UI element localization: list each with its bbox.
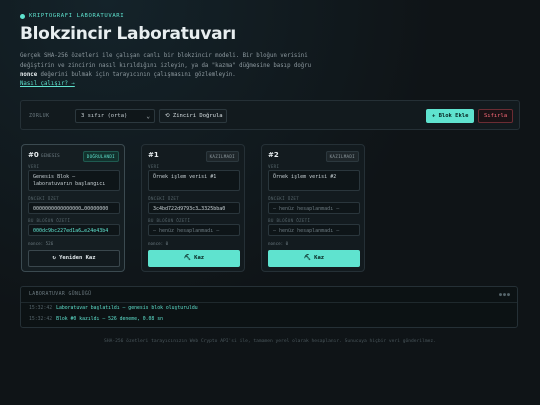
block-data-input[interactable]: Örnek işlem verisi #2	[268, 170, 360, 191]
nonce-value: nonce: 0	[148, 241, 169, 246]
log-entry: 15:32:42 Laboratuvar başlatıldı — genesis…	[29, 306, 198, 311]
hash-label: BU BLOĞUN ÖZETİ	[28, 218, 71, 223]
eyebrow-label: KRIPTOGRAFI LABORATUVARI	[29, 13, 125, 19]
status-badge: KAZILMADI	[205, 151, 239, 162]
hash-label: BU BLOĞUN ÖZETİ	[148, 218, 191, 223]
block-card-0: #0 GENESIS DOĞRULANDI VERI Genesis Blok —…	[21, 144, 125, 272]
hash-label: BU BLOĞUN ÖZETİ	[268, 218, 311, 223]
log-text: Laboratuvar başlatıldı — genesis blok ol…	[56, 306, 198, 311]
log-entry: 15:32:42 Blok #0 kazıldı — 526 deneme, 0.…	[29, 317, 163, 322]
divider	[21, 302, 517, 303]
data-label: VERI	[268, 164, 280, 169]
log-time: 15:32:42	[29, 306, 53, 311]
hash-value: — henüz hesaplanmadı —	[268, 224, 360, 236]
data-label: VERI	[28, 164, 40, 169]
intro-part-2: değerini bulmak için tarayıcının çalışma…	[37, 72, 236, 78]
block-card-2: #2 KAZILMADI VERI Örnek işlem verisi #2 …	[261, 144, 365, 272]
nonce-value: nonce: 526	[28, 241, 54, 246]
lab-log-panel: LABORATUVAR GÜNLÜĞÜ ●●● 15:32:42 Laboratu…	[20, 286, 518, 328]
remine-button[interactable]: ↻ Yeniden Kaz	[28, 250, 120, 267]
status-badge: DOĞRULANDI	[82, 151, 119, 162]
control-bar: ZORLUK 3 sıfır (orta) ⌄ ⟲ Zinciri Doğrul…	[20, 100, 520, 130]
eyebrow: KRIPTOGRAFI LABORATUVARI	[20, 13, 124, 19]
prev-hash-label: ÖNCEKİ ÖZET	[268, 196, 300, 201]
difficulty-value: 3 sıfır (orta)	[81, 113, 128, 119]
mine-button[interactable]: ⛏ Kaz	[148, 250, 240, 267]
intro-part-1: Gerçek SHA-256 özetleri ile çalışan canl…	[20, 53, 312, 69]
data-label: VERI	[148, 164, 160, 169]
intro-text: Gerçek SHA-256 özetleri ile çalışan canl…	[20, 52, 320, 81]
block-title: #2	[268, 151, 279, 159]
window-dots-icon: ●●●	[498, 292, 511, 298]
log-title: LABORATUVAR GÜNLÜĞÜ	[29, 292, 92, 297]
block-number: #1	[148, 151, 159, 159]
block-title: #1	[148, 151, 159, 159]
difficulty-select[interactable]: 3 sıfır (orta) ⌄	[75, 109, 155, 123]
status-badge: KAZILMADI	[325, 151, 359, 162]
block-number: #0	[28, 151, 39, 159]
block-subtitle: GENESIS	[40, 154, 60, 159]
block-number: #2	[268, 151, 279, 159]
reset-button[interactable]: Sıfırla	[478, 109, 513, 123]
prev-hash-value: 0000000000000000…00000000	[28, 202, 120, 214]
how-it-works-link[interactable]: Nasıl çalışır? →	[20, 81, 75, 87]
nonce-value: nonce: 0	[268, 241, 289, 246]
add-block-button[interactable]: + Blok Ekle	[426, 109, 474, 123]
log-time: 15:32:42	[29, 317, 53, 322]
page-title: Blokzincir Laboratuvarı	[20, 24, 236, 44]
block-card-1: #1 KAZILMADI VERI Örnek işlem verisi #1 …	[141, 144, 245, 272]
intro-nonce: nonce	[20, 72, 38, 78]
block-data-input[interactable]: Örnek işlem verisi #1	[148, 170, 240, 191]
prev-hash-label: ÖNCEKİ ÖZET	[148, 196, 180, 201]
log-text: Blok #0 kazıldı — 526 deneme, 0.08 sn	[56, 317, 163, 322]
validate-chain-button[interactable]: ⟲ Zinciri Doğrula	[159, 109, 227, 123]
prev-hash-value: 3c4bd722d9793c3…3325bba0	[148, 202, 240, 214]
hash-value: 000dc9bc227ed1a6…e24e43b4	[28, 224, 120, 236]
prev-hash-label: ÖNCEKİ ÖZET	[28, 196, 60, 201]
difficulty-label: ZORLUK	[29, 113, 50, 119]
hash-value: — henüz hesaplanmadı —	[148, 224, 240, 236]
block-data-input[interactable]: Genesis Blok — laboratuvarın başlangıcı	[28, 170, 120, 191]
footer-note: SHA-256 özetleri tarayıcınızın Web Crypt…	[104, 339, 436, 344]
block-title: #0 GENESIS	[28, 151, 60, 159]
mine-button[interactable]: ⛏ Kaz	[268, 250, 360, 267]
prev-hash-value: — henüz hesaplanmadı —	[268, 202, 360, 214]
status-dot-icon	[20, 13, 25, 19]
chevron-down-icon: ⌄	[146, 113, 150, 120]
